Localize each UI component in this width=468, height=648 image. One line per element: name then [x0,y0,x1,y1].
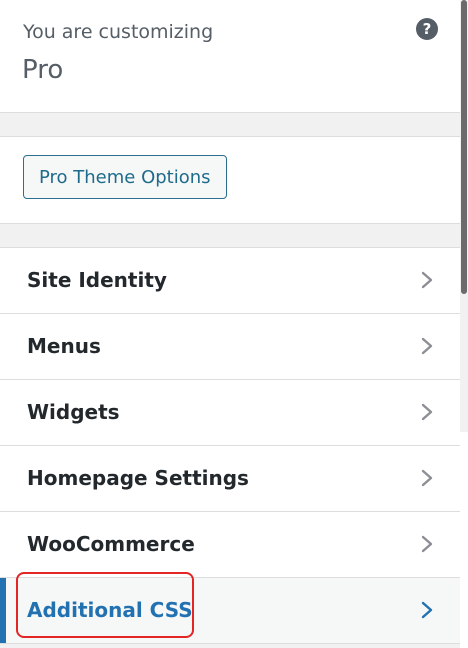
section-menus[interactable]: Menus [0,314,460,380]
chevron-right-icon [421,271,433,289]
chevron-right-icon [421,337,433,355]
chevron-right-icon [421,601,433,619]
chevron-right-icon [421,403,433,421]
section-site-identity[interactable]: Site Identity [0,248,460,314]
customizer-header: You are customizing Pro ? [0,0,460,113]
chevron-right-icon [421,469,433,487]
section-label: WooCommerce [27,532,195,556]
annotation-highlight-box [16,572,194,638]
theme-options-area: Pro Theme Options [0,136,460,224]
pro-theme-options-button[interactable]: Pro Theme Options [23,155,227,199]
section-widgets[interactable]: Widgets [0,380,460,446]
customizer-panel: You are customizing Pro ? Pro Theme Opti… [0,0,460,648]
section-label: Menus [27,334,101,358]
section-label: Homepage Settings [27,466,249,490]
preview-pane-edge [460,432,468,648]
scrollbar-thumb[interactable] [461,0,467,294]
customizing-intro: You are customizing [23,21,214,43]
theme-name: Pro [22,55,64,85]
chevron-right-icon [421,535,433,553]
help-icon[interactable]: ? [416,18,438,40]
section-label: Widgets [27,400,120,424]
scrollbar[interactable] [460,0,468,648]
section-homepage-settings[interactable]: Homepage Settings [0,446,460,512]
section-woocommerce[interactable]: WooCommerce [0,512,460,578]
active-indicator [0,578,6,643]
section-label: Site Identity [27,268,167,292]
